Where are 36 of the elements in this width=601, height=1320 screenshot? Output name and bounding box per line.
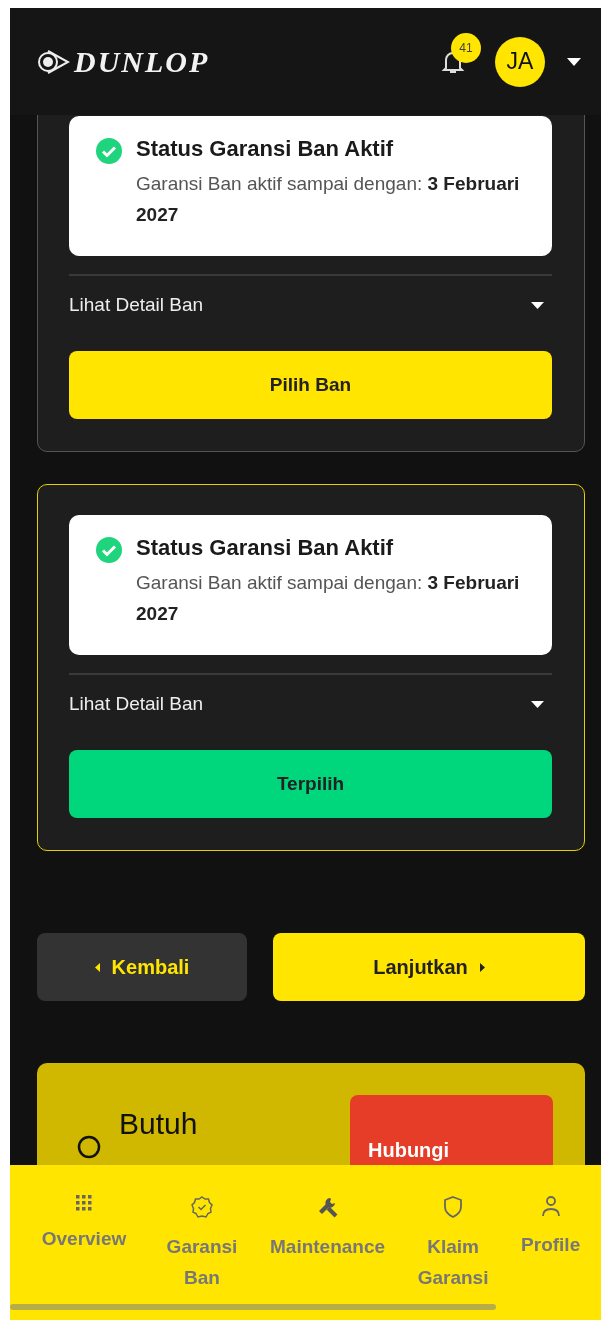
help-title: Butuh xyxy=(119,1107,199,1142)
next-button[interactable]: Lanjutkan xyxy=(273,933,585,1001)
nav-item[interactable]: Overview xyxy=(34,1195,134,1254)
caret-left-icon xyxy=(94,962,100,972)
tire-card[interactable]: Status Garansi Ban Aktif Garansi Ban aktif sampai dengan: 3 Februari 2027 Lihat Detail Ban Terpilih xyxy=(37,484,585,851)
detail-toggle[interactable]: Lihat Detail Ban xyxy=(69,693,204,715)
caret-icon[interactable] xyxy=(531,700,544,708)
nav-item[interactable]: Profile xyxy=(521,1195,581,1260)
status-text: Garansi Ban aktif sampai dengan: 3 Februari 2027 xyxy=(136,172,521,227)
caret-icon[interactable] xyxy=(531,301,544,309)
contact-button[interactable]: Hubungi xyxy=(350,1095,553,1165)
caret-icon[interactable] xyxy=(567,57,581,66)
tire-card[interactable]: Status Garansi Ban Aktif Garansi Ban aktif sampai dengan: 3 Februari 2027 Lihat Detail Ban Pilih Ban xyxy=(37,115,585,452)
nav-item[interactable]: Garansi Ban xyxy=(152,1195,252,1293)
scrollbar[interactable] xyxy=(10,1304,496,1310)
status-text: Garansi Ban aktif sampai dengan: 3 Februari 2027 xyxy=(136,571,521,626)
detail-toggle[interactable]: Lihat Detail Ban xyxy=(69,294,204,316)
brand-logo[interactable]: DUNLOP xyxy=(74,44,210,79)
nav-item[interactable]: Maintenance xyxy=(270,1195,386,1262)
logo-icon xyxy=(36,48,70,75)
selected-button[interactable]: Terpilih xyxy=(69,750,552,818)
check-badge-icon xyxy=(190,1195,214,1219)
caret-right-icon xyxy=(479,962,485,972)
grid-icon xyxy=(76,1195,92,1211)
shield-icon xyxy=(443,1195,464,1219)
back-button[interactable]: Kembali xyxy=(37,933,247,1001)
check-circle-icon xyxy=(96,138,122,164)
help-icon xyxy=(77,1135,101,1159)
person-icon xyxy=(540,1195,561,1217)
nav-item[interactable]: Klaim Garansi xyxy=(403,1195,504,1293)
status-title: Status Garansi Ban Aktif xyxy=(136,535,395,561)
select-button[interactable]: Pilih Ban xyxy=(69,351,552,419)
check-circle-icon xyxy=(96,537,122,563)
notification-count: 41 xyxy=(451,32,481,63)
user-avatar[interactable]: JA xyxy=(495,36,545,87)
status-title: Status Garansi Ban Aktif xyxy=(136,136,395,162)
